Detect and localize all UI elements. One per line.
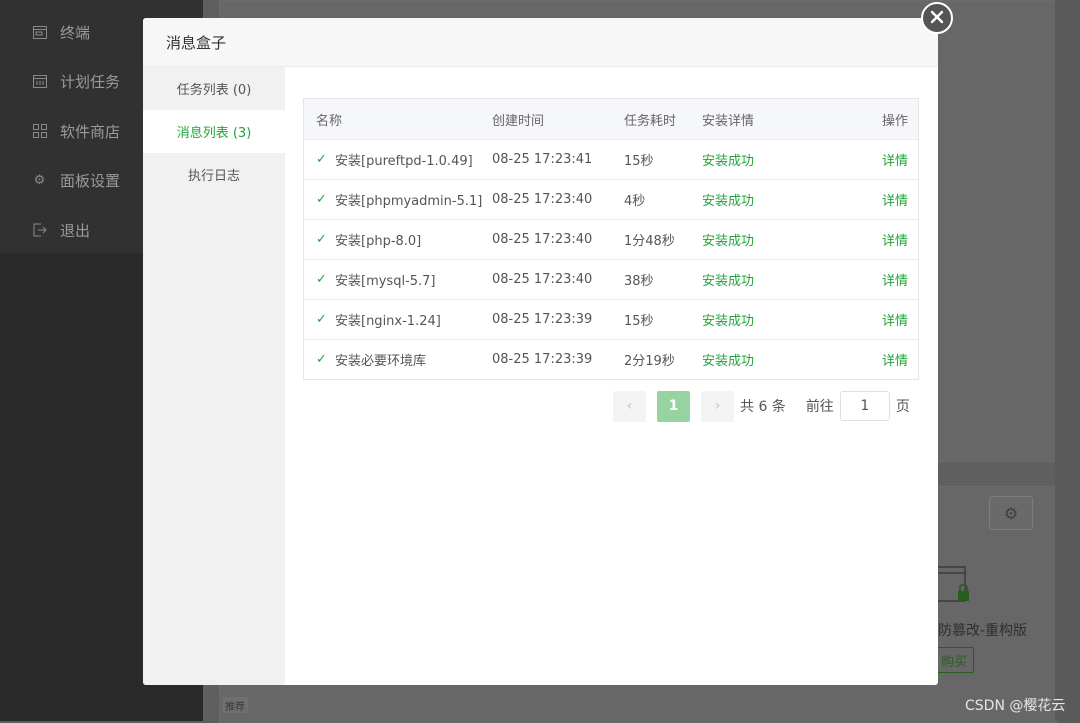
details-link[interactable]: 详情: [852, 230, 918, 249]
settings-button[interactable]: ⚙: [989, 496, 1033, 530]
column-header-time: 创建时间: [492, 113, 545, 129]
details-link[interactable]: 详情: [852, 310, 918, 329]
task-status: 安装成功: [702, 274, 755, 289]
gear-icon: ⚙: [1003, 503, 1019, 523]
task-duration: 15秒: [624, 154, 654, 169]
task-duration: 15秒: [624, 314, 654, 329]
column-header-status: 安装详情: [702, 113, 755, 129]
dialog-tabs: 任务列表 (0) 消息列表 (3) 执行日志: [143, 67, 285, 685]
sidebar-item-logout[interactable]: 退出: [32, 218, 90, 242]
task-time: 08-25 17:23:39: [492, 312, 593, 327]
check-icon: ✓: [316, 232, 327, 247]
check-icon: ✓: [316, 272, 327, 287]
close-icon: [930, 9, 944, 28]
task-time: 08-25 17:23:40: [492, 232, 593, 247]
task-status: 安装成功: [702, 354, 755, 369]
table-row: ✓ 安装[pureftpd-1.0.49] 08-25 17:23:41 15秒 …: [304, 140, 918, 180]
table-row: ✓ 安装[phpmyadmin-5.1] 08-25 17:23:40 4秒 安装…: [304, 180, 918, 220]
tab-task-list[interactable]: 任务列表 (0): [143, 67, 285, 110]
chevron-left-icon: ‹: [626, 398, 633, 414]
task-duration: 2分19秒: [624, 354, 675, 369]
chevron-right-icon: ›: [714, 398, 721, 414]
gear-icon: ⚙: [33, 172, 46, 188]
page-number-current[interactable]: 1: [657, 390, 690, 422]
task-duration: 1分48秒: [624, 234, 675, 249]
task-status: 安装成功: [702, 314, 755, 329]
task-duration: 4秒: [624, 194, 646, 209]
details-link[interactable]: 详情: [852, 190, 918, 209]
sidebar-item-label: 面板设置: [60, 171, 121, 190]
task-name: 安装[mysql-5.7]: [335, 274, 436, 289]
task-name: 安装[php-8.0]: [335, 234, 422, 249]
goto-label: 前往: [805, 399, 834, 415]
table-header: 名称 创建时间 任务耗时 安装详情 操作: [304, 99, 918, 140]
dialog-header: 消息盒子: [143, 18, 938, 67]
task-status: 安装成功: [702, 234, 755, 249]
table-row: ✓ 安装[mysql-5.7] 08-25 17:23:40 38秒 安装成功 详…: [304, 260, 918, 300]
task-time: 08-25 17:23:40: [492, 272, 593, 287]
tab-exec-log[interactable]: 执行日志: [143, 153, 285, 196]
details-link[interactable]: 详情: [852, 150, 918, 169]
page-suffix: 页: [895, 399, 910, 415]
sidebar-item-label: 退出: [60, 221, 91, 240]
sidebar-item-label: 计划任务: [60, 72, 121, 91]
sidebar-item-cron[interactable]: 计划任务: [32, 69, 120, 93]
watermark: CSDN @樱花云: [965, 698, 1066, 714]
sidebar-item-label: 终端: [60, 23, 91, 42]
sidebar-item-store[interactable]: 软件商店: [32, 119, 120, 143]
check-icon: ✓: [316, 312, 327, 327]
check-icon: ✓: [316, 152, 327, 167]
sidebar-item-settings[interactable]: ⚙ 面板设置: [32, 168, 120, 192]
message-box-dialog: 消息盒子 任务列表 (0) 消息列表 (3) 执行日志 名称 创建时间 任务耗时…: [143, 18, 938, 685]
column-header-duration: 任务耗时: [624, 113, 677, 129]
task-time: 08-25 17:23:39: [492, 352, 593, 367]
column-header-action: 操作: [881, 113, 908, 129]
pagination: ‹ 1 › 共 6 条 前往 页: [613, 390, 910, 422]
check-icon: ✓: [316, 192, 327, 207]
task-status: 安装成功: [702, 194, 755, 209]
scrollbar-track[interactable]: [1055, 0, 1080, 721]
tab-message-list[interactable]: 消息列表 (3): [143, 110, 285, 153]
logout-icon: [32, 223, 47, 238]
task-time: 08-25 17:23:40: [492, 192, 593, 207]
dialog-title: 消息盒子: [166, 34, 227, 52]
next-page-button[interactable]: ›: [701, 390, 734, 422]
terminal-icon: [32, 25, 47, 40]
grid-icon: [32, 124, 47, 139]
table-row: ✓ 安装[php-8.0] 08-25 17:23:40 1分48秒 安装成功 详…: [304, 220, 918, 260]
prev-page-button[interactable]: ‹: [613, 390, 646, 422]
table-row: ✓ 安装必要环境库 08-25 17:23:39 2分19秒 安装成功 详情: [304, 340, 918, 379]
close-dialog-button[interactable]: [921, 2, 953, 34]
task-name: 安装[pureftpd-1.0.49]: [335, 154, 473, 169]
buy-button[interactable]: 购买: [934, 647, 974, 673]
product-name: 防篡改-重构版: [938, 623, 1028, 639]
goto-page-input[interactable]: [839, 391, 890, 421]
lock-icon: [935, 565, 971, 605]
task-name: 安装[nginx-1.24]: [335, 314, 441, 329]
task-name: 安装必要环境库: [335, 354, 427, 369]
task-time: 08-25 17:23:41: [492, 152, 593, 167]
calendar-icon: [32, 74, 47, 89]
column-header-name: 名称: [316, 113, 343, 129]
message-table: 名称 创建时间 任务耗时 安装详情 操作 ✓ 安装[pureftpd-1.0.49…: [303, 98, 919, 380]
total-count: 共 6 条: [740, 399, 786, 415]
details-link[interactable]: 详情: [852, 350, 918, 369]
task-duration: 38秒: [624, 274, 654, 289]
table-row: ✓ 安装[nginx-1.24] 08-25 17:23:39 15秒 安装成功 …: [304, 300, 918, 340]
task-status: 安装成功: [702, 154, 755, 169]
sidebar-item-terminal[interactable]: 终端: [32, 20, 90, 44]
check-icon: ✓: [316, 352, 327, 367]
details-link[interactable]: 详情: [852, 270, 918, 289]
recommend-tag: 推荐: [222, 697, 248, 713]
sidebar-item-label: 软件商店: [60, 122, 121, 141]
task-name: 安装[phpmyadmin-5.1]: [335, 194, 483, 209]
